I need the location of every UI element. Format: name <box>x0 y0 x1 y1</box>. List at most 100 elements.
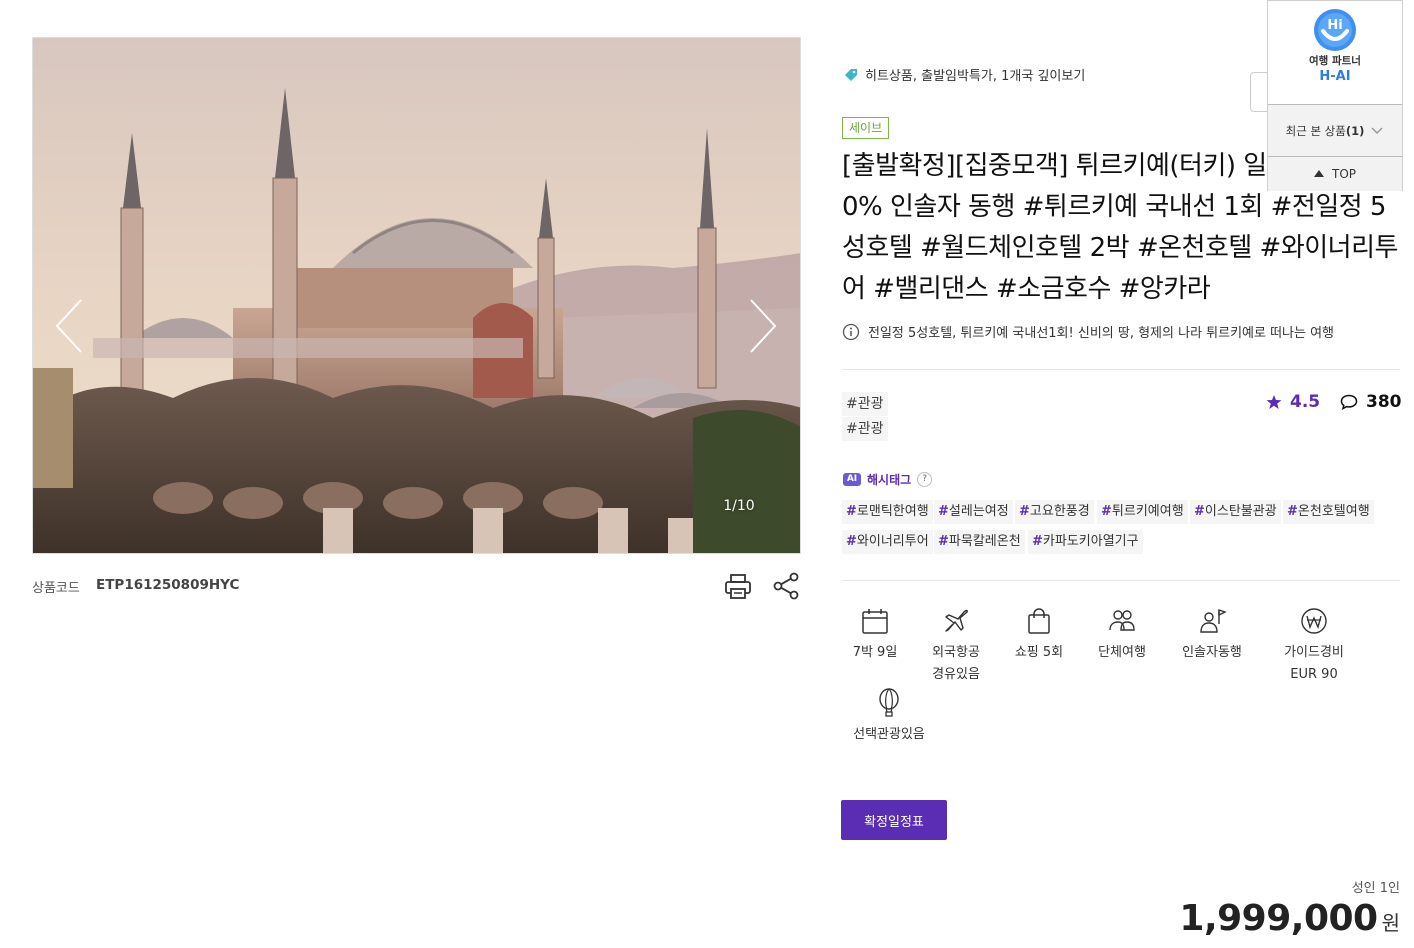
product-image-gallery[interactable]: 1/10 <box>32 37 801 554</box>
product-summary: 전일정 5성호텔, 튀르키예 국내선1회! 신비의 땅, 형제의 나라 튀르키예… <box>842 322 1334 341</box>
feature-optional-tour: 선택관광있음 <box>844 688 934 746</box>
confirmed-schedule-button[interactable]: 확정일정표 <box>841 800 947 840</box>
feature-line1: 7박 9일 <box>852 645 898 660</box>
price: 1,999,000 원 <box>1179 898 1400 939</box>
ai-hashtag-header: AI 해시태그 ? <box>843 471 933 488</box>
share-icon[interactable] <box>770 570 802 602</box>
hash-symbol: # <box>1287 504 1298 519</box>
guide-icon <box>1200 609 1227 633</box>
hashtag-text: 로맨틱한여행 <box>856 504 929 519</box>
feature-group: 단체여행 <box>1077 606 1167 664</box>
hagia-sophia-photo <box>33 38 800 553</box>
recent-products-button[interactable]: 최근 본 상품(1) <box>1268 105 1402 157</box>
feature-guide: 인솔자동행 <box>1167 606 1257 664</box>
info-icon <box>842 323 860 340</box>
price-unit: 원 <box>1381 911 1400 935</box>
hai-partner-button[interactable]: Hi 여행 파트너 H-AI <box>1268 1 1402 105</box>
product-code-label: 상품코드 <box>32 581 80 596</box>
hashtag-text: 온천호텔여행 <box>1297 504 1370 519</box>
hashtag-text: 카파도키아열기구 <box>1042 534 1139 549</box>
hash-symbol: # <box>1019 504 1030 519</box>
feature-line1: 단체여행 <box>1098 645 1146 660</box>
hash-symbol: # <box>938 504 949 519</box>
feature-line1: 쇼핑 5회 <box>1014 645 1064 660</box>
hashtag-text: 고요한풍경 <box>1029 504 1090 519</box>
hash-symbol: # <box>1032 534 1043 549</box>
feature-line1: 외국항공 <box>932 645 980 660</box>
hai-label-line2: H-AI <box>1319 69 1351 84</box>
balloon-icon <box>879 688 899 717</box>
hashtag-text: 와이너리투어 <box>856 534 929 549</box>
divider <box>842 580 1400 581</box>
feature-line1: 가이드경비 <box>1284 645 1344 660</box>
floating-quick-menu: Hi 여행 파트너 H-AI 최근 본 상품(1) TOP <box>1267 0 1403 191</box>
category-tag[interactable]: #관광 <box>842 417 888 441</box>
price-value: 1,999,000 <box>1179 898 1378 939</box>
category-tag[interactable]: #관광 <box>842 392 888 416</box>
hashtag[interactable]: #설레는여정 <box>934 500 1013 524</box>
star-icon <box>1266 395 1282 409</box>
help-icon[interactable]: ? <box>917 472 933 487</box>
hashtag-text: 이스탄불관광 <box>1204 504 1277 519</box>
categories-text: 히트상품, 출발임박특가, 1개국 깊이보기 <box>865 69 1086 84</box>
feature-duration: 7박 9일 <box>830 606 920 664</box>
comment-icon <box>1340 394 1358 410</box>
title-line: 성호텔 #월드체인호텔 2박 #온천호텔 #와이너리투 <box>842 233 1398 263</box>
won-icon <box>1301 608 1327 634</box>
calendar-icon <box>862 609 888 634</box>
caret-up-icon <box>1313 170 1324 177</box>
hashtag[interactable]: #와이너리투어 <box>842 530 933 554</box>
feature-shopping: 쇼핑 5회 <box>994 606 1084 664</box>
hash-symbol: # <box>846 504 857 519</box>
svg-text:Hi: Hi <box>1327 18 1342 33</box>
review-count-value: 380 <box>1366 392 1402 412</box>
price-label: 성인 1인 <box>1351 881 1400 896</box>
airplane-icon <box>945 609 968 632</box>
recent-count: (1) <box>1345 123 1365 138</box>
rating-value: 4.5 <box>1290 392 1321 412</box>
product-code-row: 상품코드 ETP161250809HYC <box>32 572 801 600</box>
gallery-prev-arrow[interactable] <box>51 296 91 356</box>
hashtag[interactable]: #파묵칼레온천 <box>934 530 1025 554</box>
hai-logo-icon: Hi <box>1314 9 1356 51</box>
hashtag-text: 설레는여정 <box>948 504 1009 519</box>
title-line: 어 #밸리댄스 #소금호수 #앙카라 <box>842 274 1211 304</box>
save-badge: 세이브 <box>842 117 890 139</box>
shopping-bag-icon <box>1028 608 1050 634</box>
print-icon[interactable] <box>722 570 754 602</box>
hai-label-line1: 여행 파트너 <box>1309 55 1361 67</box>
hashtag[interactable]: #고요한풍경 <box>1015 500 1094 524</box>
feature-line2: EUR 90 <box>1290 667 1338 682</box>
scroll-top-button[interactable]: TOP <box>1268 157 1402 191</box>
hashtag-text: 튀르키예여행 <box>1111 504 1184 519</box>
feature-line2: 경유있음 <box>932 667 980 682</box>
group-icon <box>1109 610 1135 631</box>
divider <box>842 369 1400 370</box>
hashtag[interactable]: #이스탄불관광 <box>1190 500 1281 524</box>
hashtag[interactable]: #온천호텔여행 <box>1283 500 1374 524</box>
ai-hashtag-label: 해시태그 <box>867 473 912 487</box>
hashtag[interactable]: #카파도키아열기구 <box>1028 530 1143 554</box>
hashtag[interactable]: #튀르키예여행 <box>1097 500 1188 524</box>
recent-label: 최근 본 상품 <box>1285 123 1346 138</box>
summary-text: 전일정 5성호텔, 튀르키예 국내선1회! 신비의 땅, 형제의 나라 튀르키예… <box>868 326 1335 341</box>
title-line: 0% 인솔자 동행 #튀르키예 국내선 1회 #전일정 5 <box>842 192 1386 222</box>
rating[interactable]: 4.5 <box>1266 392 1320 412</box>
feature-line1: 인솔자동행 <box>1182 645 1242 660</box>
ai-badge: AI <box>843 473 861 486</box>
hash-symbol: # <box>938 534 949 549</box>
chevron-down-icon <box>1371 126 1383 134</box>
hashtag-text: 파묵칼레온천 <box>948 534 1021 549</box>
gallery-next-arrow[interactable] <box>741 296 781 356</box>
product-code-value: ETP161250809HYC <box>96 577 240 593</box>
gallery-counter: 1/10 <box>723 498 755 514</box>
tag-icon <box>845 68 857 81</box>
feature-guide-fee: 가이드경비 EUR 90 <box>1269 606 1359 686</box>
review-count[interactable]: 380 <box>1340 392 1402 412</box>
hash-symbol: # <box>1101 504 1112 519</box>
feature-airline: 외국항공 경유있음 <box>911 606 1001 686</box>
hash-symbol: # <box>1194 504 1205 519</box>
top-label: TOP <box>1331 167 1356 181</box>
hashtag[interactable]: #로맨틱한여행 <box>842 500 933 524</box>
product-categories: 히트상품, 출발임박특가, 1개국 깊이보기 <box>843 65 1085 84</box>
